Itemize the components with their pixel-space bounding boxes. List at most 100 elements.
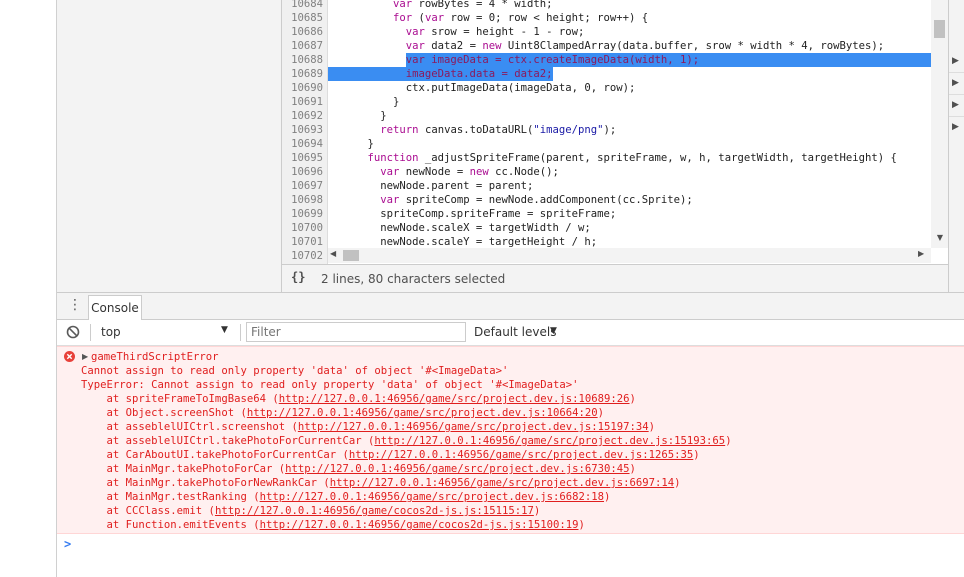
line-number[interactable]: 10690 (282, 81, 323, 95)
debugger-side-strip (948, 0, 964, 292)
code-text: function _adjustSpriteFrame(parent, spri… (367, 152, 897, 164)
stack-frame-function: at CCClass.emit ( (81, 505, 215, 517)
code-line[interactable]: 10697 newNode.parent = parent; (282, 179, 931, 193)
code-line[interactable]: 10688 var imageData = ctx.createImageDat… (282, 53, 931, 67)
scroll-down-arrow-icon[interactable]: ▼ (933, 232, 947, 244)
code-text: ctx.putImageData(imageData, 0, row); (342, 82, 636, 94)
code-text: var newNode = new cc.Node(); (380, 166, 559, 178)
line-number[interactable]: 10686 (282, 25, 323, 39)
console-prompt-icon[interactable]: > (64, 537, 71, 551)
code-line[interactable]: 10693 return canvas.toDataURL("image/png… (282, 123, 931, 137)
navigator-pane (57, 0, 282, 292)
code-line[interactable]: 10686 var srow = height - 1 - row; (282, 25, 931, 39)
scroll-left-arrow-icon[interactable]: ◀ (330, 249, 336, 258)
line-number[interactable]: 10702 (282, 249, 323, 263)
code-line[interactable]: 10700 newNode.scaleX = targetWidth / w; (282, 221, 931, 235)
stack-frame-link[interactable]: http://127.0.0.1:46956/game/src/project.… (247, 407, 598, 419)
expand-arrow-icon[interactable]: ▶ (952, 78, 959, 88)
line-number[interactable]: 10689 (282, 67, 323, 81)
stack-frame: at asseblelUICtrl.screenshot (http://127… (81, 420, 656, 434)
line-number[interactable]: 10693 (282, 123, 323, 137)
expand-arrow-icon[interactable]: ▶ (952, 122, 959, 132)
stack-frame-function: at MainMgr.testRanking ( (81, 491, 260, 503)
line-number[interactable]: 10688 (282, 53, 323, 67)
line-number[interactable]: 10691 (282, 95, 323, 109)
stack-frame-link[interactable]: http://127.0.0.1:46956/game/src/project.… (330, 477, 674, 489)
line-number[interactable]: 10694 (282, 137, 323, 151)
stack-frame: at MainMgr.takePhotoForCar (http://127.0… (81, 462, 636, 476)
code-text: } (342, 96, 400, 108)
stack-frame-link[interactable]: http://127.0.0.1:46956/game/src/project.… (279, 393, 630, 405)
code-line[interactable]: 10690 ctx.putImageData(imageData, 0, row… (282, 81, 931, 95)
stack-frame-paren: ) (578, 519, 585, 531)
code-line[interactable]: 10692 } (282, 109, 931, 123)
stack-frame-function: at MainMgr.takePhotoForCar ( (81, 463, 286, 475)
code-line[interactable]: 10698 var spriteComp = newNode.addCompon… (282, 193, 931, 207)
code-line[interactable]: 10699 spriteComp.spriteFrame = spriteFra… (282, 207, 931, 221)
code-text: return canvas.toDataURL("image/png"); (380, 124, 617, 136)
tab-console[interactable]: Console (88, 295, 142, 320)
scroll-right-arrow-icon[interactable]: ▶ (918, 249, 924, 258)
line-number[interactable]: 10697 (282, 179, 323, 193)
stack-frame-function: at Object.screenShot ( (81, 407, 247, 419)
expand-triangle-icon[interactable]: ▶ (82, 352, 88, 361)
stack-frame-paren: ) (648, 421, 656, 433)
error-icon (64, 351, 75, 362)
stack-frame-link[interactable]: http://127.0.0.1:46956/game/src/project.… (298, 421, 649, 433)
line-number[interactable]: 10701 (282, 235, 323, 249)
code-line[interactable]: 10696 var newNode = new cc.Node(); (282, 165, 931, 179)
code-line[interactable]: 10691 } (282, 95, 931, 109)
stack-frame: at Function.emitEvents (http://127.0.0.1… (81, 518, 585, 532)
line-number[interactable]: 10687 (282, 39, 323, 53)
stack-frame-link[interactable]: http://127.0.0.1:46956/game/cocos2d-js.j… (260, 519, 579, 531)
code-line[interactable]: 10684 var rowBytes = 4 * width; (282, 0, 931, 11)
code-line[interactable]: 10701 newNode.scaleY = targetHeight / h; (282, 235, 931, 249)
code-line[interactable]: 10685 for (var row = 0; row < height; ro… (282, 11, 931, 25)
log-levels-dropdown[interactable]: Default levels (474, 325, 556, 339)
code-line[interactable]: 10689 imageData.data = data2; (282, 67, 931, 81)
code-text: imageData.data = data2; (405, 68, 553, 80)
line-number[interactable]: 10684 (282, 0, 323, 11)
line-number[interactable]: 10699 (282, 207, 323, 221)
divider (949, 116, 964, 117)
line-number[interactable]: 10696 (282, 165, 323, 179)
line-number[interactable]: 10698 (282, 193, 323, 207)
stack-frame-paren: ) (604, 491, 611, 503)
pretty-print-icon[interactable]: {} (291, 270, 305, 284)
line-number[interactable]: 10700 (282, 221, 323, 235)
clear-console-icon[interactable] (66, 325, 80, 339)
more-options-icon[interactable]: ⋮ (68, 296, 82, 314)
stack-frame: at CCClass.emit (http://127.0.0.1:46956/… (81, 504, 541, 518)
expand-arrow-icon[interactable]: ▶ (952, 56, 959, 66)
line-number[interactable]: 10695 (282, 151, 323, 165)
selection-status: 2 lines, 80 characters selected (321, 272, 506, 286)
code-text: for (var row = 0; row < height; row++) { (393, 12, 649, 24)
code-text: var data2 = new Uint8ClampedArray(data.b… (405, 40, 885, 52)
editor-horizontal-scroll-thumb[interactable] (343, 250, 359, 261)
left-margin (0, 0, 57, 577)
stack-frame-link[interactable]: http://127.0.0.1:46956/game/cocos2d-js.j… (215, 505, 534, 517)
divider (949, 72, 964, 73)
source-editor[interactable]: 10684 var rowBytes = 4 * width; 10685 for… (282, 0, 948, 264)
stack-frame-function: at Function.emitEvents ( (81, 519, 260, 531)
editor-horizontal-scrollbar[interactable] (328, 248, 931, 263)
stack-frame-link[interactable]: http://127.0.0.1:46956/game/src/project.… (285, 463, 629, 475)
context-selector[interactable]: top (96, 324, 236, 341)
stack-frame-link[interactable]: http://127.0.0.1:46956/game/src/project.… (374, 435, 725, 447)
stack-frame-link[interactable]: http://127.0.0.1:46956/game/src/project.… (349, 449, 693, 461)
stack-frame-link[interactable]: http://127.0.0.1:46956/game/src/project.… (260, 491, 604, 503)
stack-frame: at MainMgr.testRanking (http://127.0.0.1… (81, 490, 611, 504)
expand-arrow-icon[interactable]: ▶ (952, 100, 959, 110)
line-number[interactable]: 10692 (282, 109, 323, 123)
levels-dropdown-arrow-icon[interactable]: ▼ (550, 326, 557, 336)
editor-vertical-scroll-thumb[interactable] (934, 20, 945, 38)
line-number[interactable]: 10685 (282, 11, 323, 25)
code-text: spriteComp.spriteFrame = spriteFrame; (342, 208, 617, 220)
code-line[interactable]: 10687 var data2 = new Uint8ClampedArray(… (282, 39, 931, 53)
code-line[interactable]: 10695 function _adjustSpriteFrame(parent… (282, 151, 931, 165)
context-dropdown-arrow-icon[interactable]: ▼ (221, 325, 228, 335)
code-line[interactable]: 10694 } (282, 137, 931, 151)
error-title[interactable]: gameThirdScriptError (91, 350, 219, 364)
code-text: } (342, 138, 374, 150)
filter-input[interactable] (246, 322, 466, 342)
